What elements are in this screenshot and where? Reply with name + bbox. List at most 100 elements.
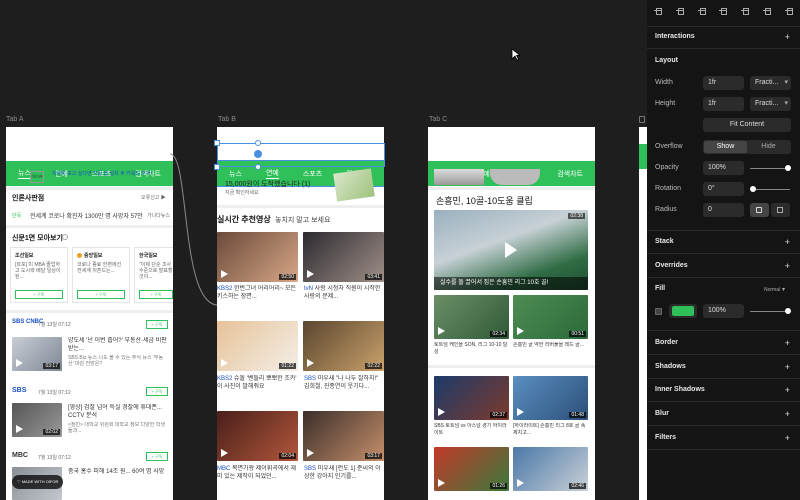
news-title[interactable]: [영상] 검찰 넘어 특실 경찰에 휴대폰... CCTV 분석	[68, 404, 168, 420]
popular-headline[interactable]: 전세계 코로나 확진자 1300만 명 사망자 57만	[30, 211, 145, 220]
paper-card[interactable]: 조선일보 [르포] 미 MBA 졸업하고 도시락 배달 일상이 된... + 구…	[10, 247, 68, 303]
video-caption[interactable]: SBS 토트넘 vs 아스널 경기 하이라이트	[434, 423, 508, 439]
video-caption[interactable]: [하이라이트] 손흥민 리그 8호 골 폭 제치고...	[513, 423, 587, 439]
add-border-button[interactable]: +	[785, 338, 790, 348]
tab-news[interactable]: 뉴스	[229, 169, 242, 179]
ad-text[interactable]: 자세히 보고 싶다면 지금 앱 설치 후 키워드 추가!	[52, 171, 162, 178]
video-thumbnail[interactable]: 03:41	[303, 232, 384, 282]
ad-title[interactable]: 15,000원이 도착했습니다 (1)	[225, 179, 310, 189]
interactions-title[interactable]: Interactions	[655, 33, 695, 40]
add-filter-button[interactable]: +	[785, 433, 790, 443]
news-title[interactable]: 양도세 '넌 이번 줍어?' 부동산·세금 비판받는...	[68, 337, 168, 353]
add-blur-button[interactable]: +	[785, 409, 790, 419]
frame-label-tab-b[interactable]: Tab B	[218, 116, 236, 123]
video-thumbnail[interactable]: 01:22	[217, 321, 298, 371]
align-right-icon[interactable]	[697, 6, 707, 16]
resize-handle[interactable]	[214, 140, 220, 146]
tab-news[interactable]: 뉴스	[18, 168, 31, 179]
paper-card[interactable]: 중앙일보 코로나 종료 한편에선 전세계 뒤흔드는... + 구독	[72, 247, 130, 303]
link-handle-icon[interactable]	[254, 150, 262, 158]
rotation-slider-knob[interactable]	[750, 186, 756, 192]
info-icon[interactable]	[62, 234, 68, 240]
height-input[interactable]: 1fr	[703, 97, 744, 111]
news-title[interactable]: 중국 홍수 피해 14조 원... 60여 명 사망	[68, 468, 168, 484]
align-center-h-icon[interactable]	[675, 6, 685, 16]
video-thumbnail[interactable]: 02:37	[434, 376, 509, 420]
video-caption[interactable]: SBS 미우새 "나 나두 잘하지!" 김희철, 진종연이 웃기다...	[304, 375, 382, 391]
align-left-icon[interactable]	[653, 6, 663, 16]
tab-entertainment[interactable]: 연예	[265, 168, 279, 179]
width-unit-select[interactable]: Fracti...	[750, 76, 791, 90]
video-caption[interactable]: KBS2 슈돌 '벤틀리 뽀뽀한 조카' 이 사진이 말해줘요	[217, 375, 297, 391]
news-thumbnail[interactable]: 03:17	[12, 337, 62, 371]
fill-opacity-slider[interactable]	[750, 311, 790, 312]
follow-button[interactable]: + 구독	[146, 387, 168, 396]
add-interaction-button[interactable]: +	[785, 32, 790, 42]
subscribe-button[interactable]: + 구독	[15, 290, 63, 299]
rotation-input[interactable]: 0°	[703, 182, 744, 196]
video-thumbnail[interactable]: 02:46	[513, 447, 588, 491]
follow-button[interactable]: + 구독	[146, 452, 168, 461]
fill-opacity-input[interactable]: 100%	[703, 304, 744, 318]
follow-button[interactable]: + 구독	[146, 320, 168, 329]
fill-visibility-checkbox[interactable]	[655, 308, 662, 315]
video-thumbnail[interactable]: 02:34	[434, 295, 509, 339]
fill-opacity-slider-knob[interactable]	[785, 308, 791, 314]
align-center-v-icon[interactable]	[740, 6, 750, 16]
tab-search-chart[interactable]: 검색차트	[557, 169, 583, 179]
frame-label-tab-c[interactable]: Tab C	[429, 116, 447, 123]
fill-blend-mode[interactable]: Normal	[764, 287, 780, 293]
thumbnail-strip[interactable]	[434, 169, 484, 185]
add-inner-shadow-button[interactable]: +	[785, 385, 790, 395]
add-stack-button[interactable]: +	[785, 237, 790, 247]
video-caption[interactable]: KBS2 한번그녀 어리어리~ 모든 키스하는 장면...	[217, 285, 297, 301]
subscribe-button[interactable]: + 구독	[77, 290, 125, 299]
video-caption[interactable]: MBC 복면가왕 제이휘곡에서 재미 있는 제작이 되었던...	[217, 465, 297, 481]
frame-tab-a[interactable]: 뉴스 연예 스포츠 검색차트 아이커 자세히 보고 싶다면 지금 앱 설치 후 …	[6, 127, 173, 500]
video-caption[interactable]: tvN 사랑 시청자 직원이 시작한 사랑의 문제...	[304, 285, 382, 301]
design-canvas[interactable]: Tab A Tab B Tab C 뉴스 연예 스포츠 검색차트 아이커 자세히…	[0, 0, 647, 500]
video-thumbnail[interactable]: 01:48	[513, 376, 588, 420]
fill-color-swatch[interactable]	[672, 306, 694, 316]
popular-more-link[interactable]: 오류신고 ▶	[141, 194, 166, 201]
video-caption[interactable]: 손흥민 골 약한 리버풀을 레드 골...	[513, 342, 587, 358]
made-with-badge[interactable]: ♡ MADE WITH OIFOR	[12, 475, 64, 489]
overflow-show-option[interactable]: Show	[704, 141, 747, 153]
filters-title[interactable]: Filters	[655, 434, 676, 441]
radius-uniform-button[interactable]	[750, 203, 769, 217]
radius-input[interactable]: 0	[703, 203, 744, 217]
news-thumbnail[interactable]: 02:02	[12, 403, 62, 437]
blur-title[interactable]: Blur	[655, 410, 669, 417]
fit-content-button[interactable]: Fit Content	[703, 118, 791, 132]
video-thumbnail[interactable]: 01:26	[434, 447, 509, 491]
inner-shadows-title[interactable]: Inner Shadows	[655, 386, 705, 393]
fill-color-swatch-box[interactable]	[669, 304, 697, 318]
overrides-title[interactable]: Overrides	[655, 262, 688, 269]
add-shadow-button[interactable]: +	[785, 362, 790, 372]
video-thumbnail[interactable]: 02:50	[217, 232, 298, 282]
height-unit-select[interactable]: Fracti...	[750, 97, 791, 111]
video-caption[interactable]: 토트넘 케인을 SON, 리그 10-10 달성	[434, 342, 508, 358]
video-thumbnail[interactable]: 02:22	[303, 321, 384, 371]
rotation-slider[interactable]	[750, 189, 790, 190]
width-input[interactable]: 1fr	[703, 76, 744, 90]
distribute-icon[interactable]	[784, 6, 794, 16]
opacity-slider-knob[interactable]	[785, 165, 791, 171]
stack-title[interactable]: Stack	[655, 238, 674, 245]
tab-sports[interactable]: 스포츠	[303, 169, 322, 179]
frame-tab-b[interactable]: 뉴스 연예 스포츠 검색차트 15,000원이 도착했습니다 (1) 지금 확인…	[217, 127, 384, 500]
video-thumbnail[interactable]: 03:17	[303, 411, 384, 461]
video-thumbnail[interactable]: 02:04	[217, 411, 298, 461]
resize-handle[interactable]	[214, 164, 220, 170]
radius-individual-button[interactable]	[771, 203, 790, 217]
chevron-down-icon[interactable]: ▾	[782, 286, 785, 293]
opacity-slider[interactable]	[750, 168, 790, 169]
shadows-title[interactable]: Shadows	[655, 363, 686, 370]
frame-label-tab-a[interactable]: Tab A	[6, 116, 24, 123]
avatar[interactable]	[490, 169, 540, 185]
frame-partial[interactable]	[639, 127, 647, 500]
border-title[interactable]: Border	[655, 339, 678, 346]
opacity-input[interactable]: 100%	[703, 161, 744, 175]
main-video-thumbnail[interactable]: 02:38 실수를 돌 끌어서 집은 손흥민 리그 10호 골!	[434, 210, 588, 290]
video-caption[interactable]: SBS 미우새 [런도 1] 준씨의 이상한 강아지 인기를...	[304, 465, 382, 481]
